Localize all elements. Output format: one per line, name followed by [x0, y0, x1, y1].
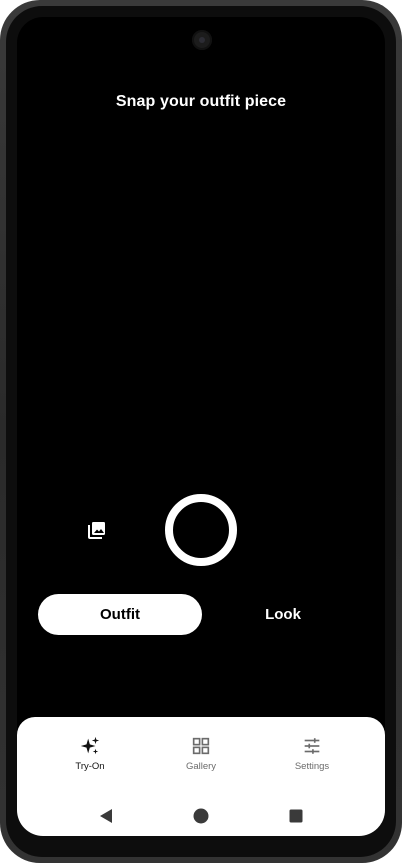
mode-outfit-button[interactable]: Outfit [38, 594, 202, 635]
system-back-button[interactable] [97, 807, 115, 825]
system-navigation-bar [17, 807, 385, 825]
system-home-button[interactable] [192, 807, 210, 825]
nav-label-settings: Settings [294, 761, 330, 772]
nav-label-gallery: Gallery [185, 761, 217, 772]
sparkles-icon [80, 736, 100, 755]
shutter-button[interactable] [165, 494, 237, 566]
nav-item-gallery[interactable]: Gallery [156, 735, 246, 772]
home-circle-icon [193, 808, 209, 824]
sliders-icon [304, 738, 320, 754]
app-screen: Snap your outfit piece Outfit Look Try-O [17, 17, 385, 836]
back-triangle-icon [100, 809, 112, 823]
system-recents-button[interactable] [287, 807, 305, 825]
mode-look-button[interactable]: Look [217, 594, 349, 635]
nav-item-settings[interactable]: Settings [267, 735, 357, 772]
page-title: Snap your outfit piece [115, 93, 287, 110]
bottom-navigation: Try-On Gallery Settings [17, 735, 385, 775]
nav-label-try-on: Try-On [75, 761, 105, 772]
gallery-picker-button[interactable] [87, 520, 107, 540]
recents-square-icon [289, 809, 303, 823]
photo-library-icon [88, 522, 105, 539]
nav-item-try-on[interactable]: Try-On [45, 735, 135, 772]
phone-frame: Snap your outfit piece Outfit Look Try-O [0, 0, 402, 863]
bottom-panel: Try-On Gallery Settings [17, 717, 385, 836]
grid-icon [192, 737, 210, 755]
front-camera [192, 30, 212, 50]
